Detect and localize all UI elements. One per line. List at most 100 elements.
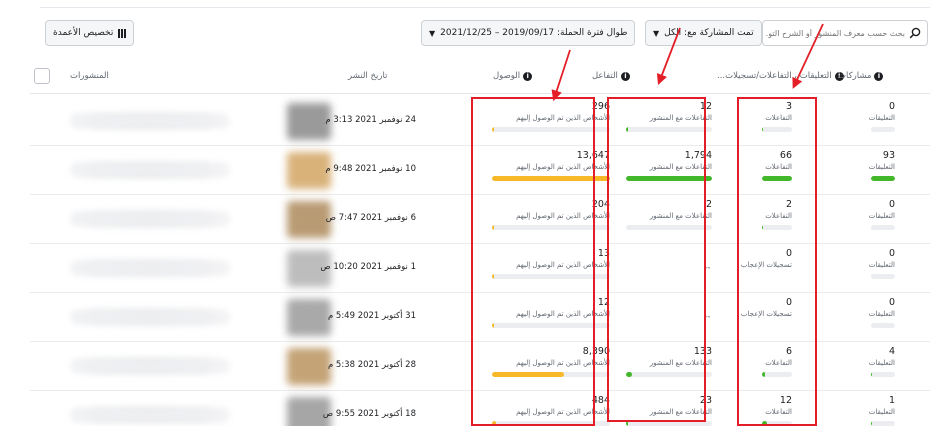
post-thumbnail[interactable] [287,299,331,336]
share-metric: 1 التعليقات [869,395,895,426]
share-value: 0 [888,101,895,112]
reach-value: 296 [591,101,610,112]
post-thumbnail[interactable] [287,201,331,238]
column-date-label: تاريخ النشر [348,71,388,81]
reach-progress-bar [492,421,610,426]
shared-with-dropdown[interactable]: تمت المشاركة مع: الكل ▼ [645,20,762,46]
share-label: التعليقات [868,310,895,318]
eng-progress-fill [626,421,628,426]
post-preview-subtext [90,262,210,274]
reach-metric: 296 الأشخاص الذين تم الوصول إليهم [492,101,610,132]
eng-label: التفاعلات مع المنشور [649,408,712,416]
reach-progress-bar [492,274,610,279]
reach-label: الأشخاص الذين تم الوصول إليهم [516,359,610,367]
react-metric: 3 التفاعلات [762,101,792,132]
table-header: المنشورات تاريخ النشر i الوصول i التفاعل… [30,60,930,94]
react-metric: 0 تسجيلات الإعجاب [741,248,792,272]
share-progress-bar [871,323,895,328]
info-icon: i [620,71,630,81]
reach-progress-fill [492,127,495,132]
react-value: 0 [785,297,792,308]
info-icon: i [874,71,884,81]
column-header-publish-date[interactable]: تاريخ النشر [348,71,387,81]
table-row[interactable]: 6 نوفمبر 2021 7:47 ص 204 الأشخاص الذين تم … [30,195,930,244]
publish-date: 31 أكتوبر 2021 5:49 م [327,311,416,321]
reach-progress-bar [492,127,610,132]
caret-down-icon: ▼ [653,28,660,38]
select-all-checkbox[interactable] [34,68,50,84]
post-preview-subtext [90,360,210,372]
table-row[interactable]: 18 أكتوبر 2021 9:55 ص 484 الأشخاص الذين تم… [30,391,930,426]
publish-date: 18 أكتوبر 2021 9:55 ص [322,409,416,419]
share-value: 4 [888,346,895,357]
top-divider [40,7,930,8]
react-progress-bar [762,421,792,426]
share-label: التعليقات [868,163,895,171]
reach-label: الأشخاص الذين تم الوصول إليهم [516,261,610,269]
share-progress-bar [871,225,895,230]
eng-metric: 12 التفاعلات مع المنشور [626,101,712,132]
search-box[interactable] [762,20,928,46]
reach-progress-fill [492,421,496,426]
eng-label: التفاعلات مع المنشور [649,212,712,220]
reach-progress-bar [492,372,610,377]
react-metric: 6 التفاعلات [762,346,792,377]
eng-empty-value: -- [704,263,711,273]
caret-down-icon: ▼ [429,28,436,38]
table-row[interactable]: 31 أكتوبر 2021 5:49 م 12 الأشخاص الذين تم … [30,293,930,342]
share-value: 1 [888,395,895,406]
eng-progress-bar [626,372,712,377]
react-value: 12 [779,395,792,406]
eng-progress-bar [626,421,712,426]
customize-columns-label: تخصيص الأعمدة [53,28,114,38]
post-thumbnail[interactable] [287,348,331,385]
reach-value: 204 [591,199,610,210]
publish-date: 6 نوفمبر 2021 7:47 ص [325,213,416,223]
search-input[interactable] [765,28,905,38]
table-row[interactable]: 1 نوفمبر 2021 10:20 ص 13 الأشخاص الذين تم … [30,244,930,293]
reach-metric: 13,647 الأشخاص الذين تم الوصول إليهم [492,150,610,181]
reach-progress-bar [492,323,610,328]
column-header-reach[interactable]: i الوصول [493,71,533,81]
reach-metric: 13 الأشخاص الذين تم الوصول إليهم [492,248,610,279]
react-label: التفاعلات [765,163,792,171]
share-metric: 0 التعليقات [869,199,895,230]
react-progress-bar [762,225,792,230]
eng-label: التفاعلات مع المنشور [649,359,712,367]
table-row[interactable]: 24 نوفمبر 2021 3:13 م 296 الأشخاص الذين تم… [30,97,930,146]
column-header-shares[interactable]: i مشاركات [838,71,884,81]
reach-value: 484 [591,395,610,406]
reach-label: الأشخاص الذين تم الوصول إليهم [516,408,610,416]
eng-empty-value: -- [704,312,711,322]
customize-columns-button[interactable]: تخصيص الأعمدة [45,20,135,46]
reach-metric: 12 الأشخاص الذين تم الوصول إليهم [492,297,610,328]
column-header-posts[interactable]: المنشورات [70,71,109,81]
share-value: 0 [888,248,895,259]
publish-date: 1 نوفمبر 2021 10:20 ص [320,262,416,272]
table-row[interactable]: 10 نوفمبر 2021 9:48 م 13,647 الأشخاص الذين… [30,146,930,195]
eng-label: التفاعلات مع المنشور [649,163,712,171]
reach-label: الأشخاص الذين تم الوصول إليهم [516,212,610,220]
reach-metric: 204 الأشخاص الذين تم الوصول إليهم [492,199,610,230]
column-header-reactions[interactable]: i التعليقات ، التفاعلات/تسجيلات... [717,71,844,81]
eng-value: 2 [705,199,712,210]
columns-icon [118,28,127,38]
reach-label: الأشخاص الذين تم الوصول إليهم [516,310,610,318]
eng-progress-fill [626,127,628,132]
post-preview-subtext [90,164,210,176]
share-label: التعليقات [868,114,895,122]
eng-progress-bar [626,127,712,132]
eng-label: التفاعلات مع المنشور [649,114,712,122]
column-header-engagement[interactable]: i التفاعل [592,71,630,81]
react-value: 0 [785,248,792,259]
react-label: التفاعلات [765,114,792,122]
reach-value: 13,647 [576,150,610,161]
eng-value: 133 [693,346,712,357]
table-row[interactable]: 28 أكتوبر 2021 5:38 م 8,390 الأشخاص الذين … [30,342,930,391]
eng-metric: 1,794 التفاعلات مع المنشور [626,150,712,181]
reach-metric: 8,390 الأشخاص الذين تم الوصول إليهم [492,346,610,377]
date-range-dropdown[interactable]: طوال فترة الحملة: 2019/09/17 – 2021/12/2… [421,20,636,46]
column-reactions-label: التعليقات ، التفاعلات/تسجيلات... [717,71,832,81]
reach-metric: 484 الأشخاص الذين تم الوصول إليهم [492,395,610,426]
react-value: 66 [779,150,792,161]
